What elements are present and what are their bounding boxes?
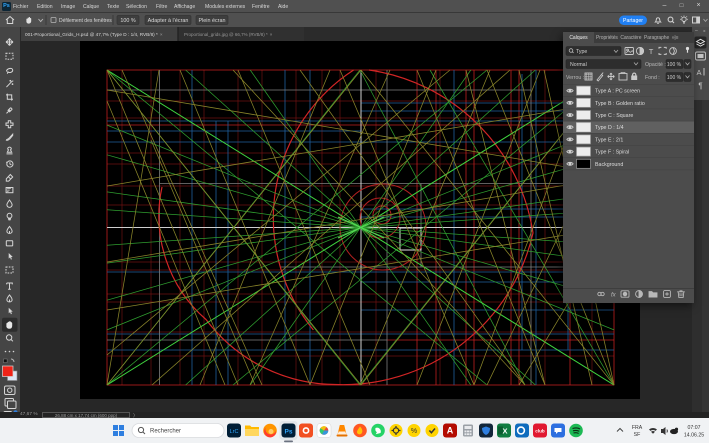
svg-text:FRA: FRA bbox=[632, 425, 643, 431]
svg-text:X: X bbox=[502, 426, 507, 435]
svg-text:Ps: Ps bbox=[285, 428, 293, 435]
svg-text:07:07: 07:07 bbox=[688, 425, 701, 431]
svg-text:Verrou :: Verrou : bbox=[566, 75, 584, 81]
svg-text:100 %: 100 % bbox=[667, 62, 682, 68]
svg-text:–: – bbox=[695, 28, 698, 34]
svg-text:%: % bbox=[411, 428, 417, 435]
svg-text:Opacité :: Opacité : bbox=[645, 62, 666, 68]
svg-text:×: × bbox=[703, 29, 706, 34]
svg-text:A: A bbox=[696, 68, 701, 77]
svg-text:Type C : Square: Type C : Square bbox=[595, 113, 633, 119]
svg-text:Partager: Partager bbox=[623, 18, 643, 24]
svg-text:T: T bbox=[649, 47, 654, 56]
svg-text:Fond :: Fond : bbox=[645, 75, 660, 81]
svg-text:Normal: Normal bbox=[570, 62, 587, 68]
svg-text:100 %: 100 % bbox=[667, 75, 682, 81]
svg-text:Type E : 2/1: Type E : 2/1 bbox=[595, 137, 623, 143]
svg-text:LrC: LrC bbox=[230, 429, 239, 435]
svg-text:Type B : Golden ratio: Type B : Golden ratio bbox=[595, 101, 645, 107]
svg-text:¶: ¶ bbox=[698, 82, 702, 91]
svg-text:Rechercher: Rechercher bbox=[150, 429, 181, 435]
svg-text:Plein écran: Plein écran bbox=[199, 18, 226, 24]
svg-text:14.06.25: 14.06.25 bbox=[684, 433, 704, 439]
svg-text:SF: SF bbox=[634, 432, 641, 438]
svg-text:Type A : PC screen: Type A : PC screen bbox=[595, 89, 640, 95]
svg-text:Type F : Spiral: Type F : Spiral bbox=[595, 150, 629, 156]
svg-text:Background: Background bbox=[595, 162, 623, 168]
svg-text:A: A bbox=[447, 426, 454, 436]
svg-text:club: club bbox=[535, 429, 545, 434]
svg-text:Défilement des fenêtres: Défilement des fenêtres bbox=[59, 18, 112, 24]
svg-text:Adapter à l’écran: Adapter à l’écran bbox=[148, 18, 189, 24]
svg-text:Type: Type bbox=[576, 49, 587, 55]
svg-text:Type D : 1/4: Type D : 1/4 bbox=[595, 125, 624, 131]
svg-text:100 %: 100 % bbox=[120, 18, 135, 24]
